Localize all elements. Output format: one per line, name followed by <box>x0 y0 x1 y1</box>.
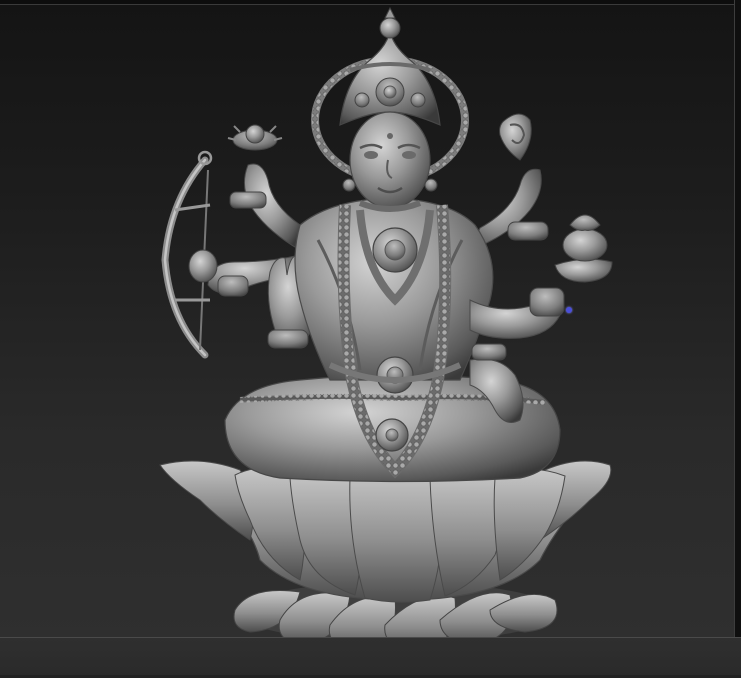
back-arm-left <box>227 124 301 251</box>
transform-gizmo-point[interactable] <box>566 307 572 313</box>
sculpt-model[interactable] <box>0 0 741 678</box>
lotus-bowl <box>159 460 612 603</box>
bottom-shelf <box>0 637 741 678</box>
viewport-right-border <box>734 0 741 678</box>
3d-viewport[interactable] <box>0 0 741 678</box>
face <box>342 111 438 212</box>
back-arm-right <box>469 113 549 251</box>
viewport-top-border <box>0 0 741 5</box>
torso <box>294 197 494 381</box>
